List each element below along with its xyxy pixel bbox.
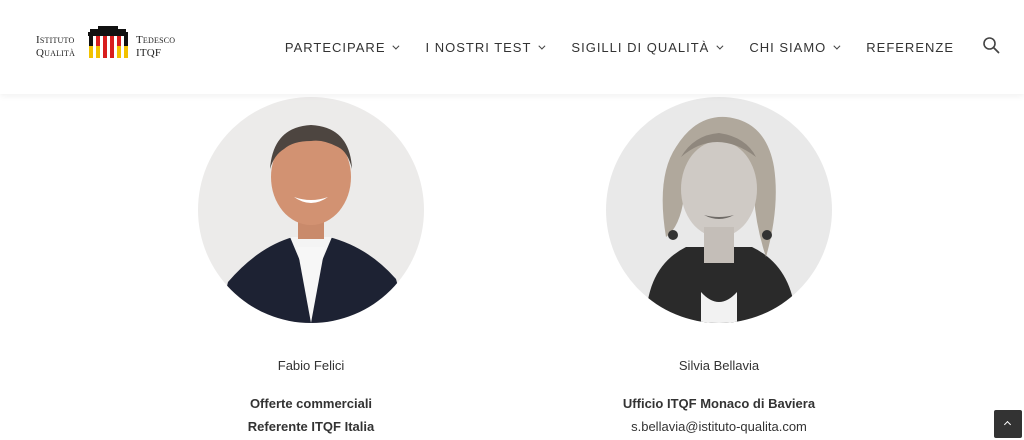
back-to-top-button[interactable] [994, 410, 1022, 438]
nav-item-label: CHI SIAMO [749, 39, 827, 55]
logo-word-qualita: Qualità [36, 47, 76, 59]
nav-item-partecipare[interactable]: PARTECIPARE [284, 39, 400, 55]
main-navigation: PARTECIPARE I NOSTRI TEST SIGILLI DI QUA… [257, 0, 954, 94]
logo-word-istituto: Istituto [36, 34, 75, 46]
person-role: Referente ITQF Italia [247, 419, 375, 434]
nav-item-label: SIGILLI DI QUALITÀ [571, 39, 710, 55]
email-link[interactable]: s.bellavia@istituto-qualita.com [569, 419, 869, 434]
brandenburg-gate-logo-icon [88, 26, 128, 58]
chevron-down-icon [538, 42, 546, 50]
person-name: Fabio Felici [277, 358, 345, 373]
avatar-fabio-felici [198, 97, 424, 323]
nav-item-referenze[interactable]: REFERENZE [866, 40, 954, 55]
logo-word-tedesco: Tedesco [136, 34, 176, 46]
person-role: Ufficio ITQF Monaco di Baviera [622, 396, 816, 411]
nav-item-sigilli-di-qualita[interactable]: SIGILLI DI QUALITÀ [571, 39, 724, 55]
portrait-photo [606, 97, 832, 323]
chevron-down-icon [392, 42, 400, 50]
site-header: Istituto Qualità Tedesco ITQF PARTECIPAR… [0, 0, 1024, 94]
logo-text-left: Istituto Qualità [36, 34, 75, 60]
nav-item-label: PARTECIPARE [284, 39, 386, 55]
person-name: Silvia Bellavia [678, 358, 760, 373]
logo-text-right: Tedesco ITQF [136, 34, 175, 60]
chevron-up-icon [1003, 420, 1012, 429]
search-icon[interactable] [982, 36, 1000, 54]
site-logo[interactable]: Istituto Qualità Tedesco ITQF [36, 26, 182, 66]
chevron-down-icon [716, 42, 724, 50]
person-role: Offerte commerciali [249, 396, 373, 411]
nav-item-i-nostri-test[interactable]: I NOSTRI TEST [425, 39, 546, 55]
nav-item-chi-siamo[interactable]: CHI SIAMO [749, 39, 841, 55]
chevron-down-icon [833, 42, 841, 50]
nav-item-label: REFERENZE [866, 39, 954, 55]
logo-word-itqf: ITQF [136, 47, 162, 59]
avatar-silvia-bellavia [606, 97, 832, 323]
portrait-photo [198, 97, 424, 323]
nav-item-label: I NOSTRI TEST [425, 39, 532, 55]
